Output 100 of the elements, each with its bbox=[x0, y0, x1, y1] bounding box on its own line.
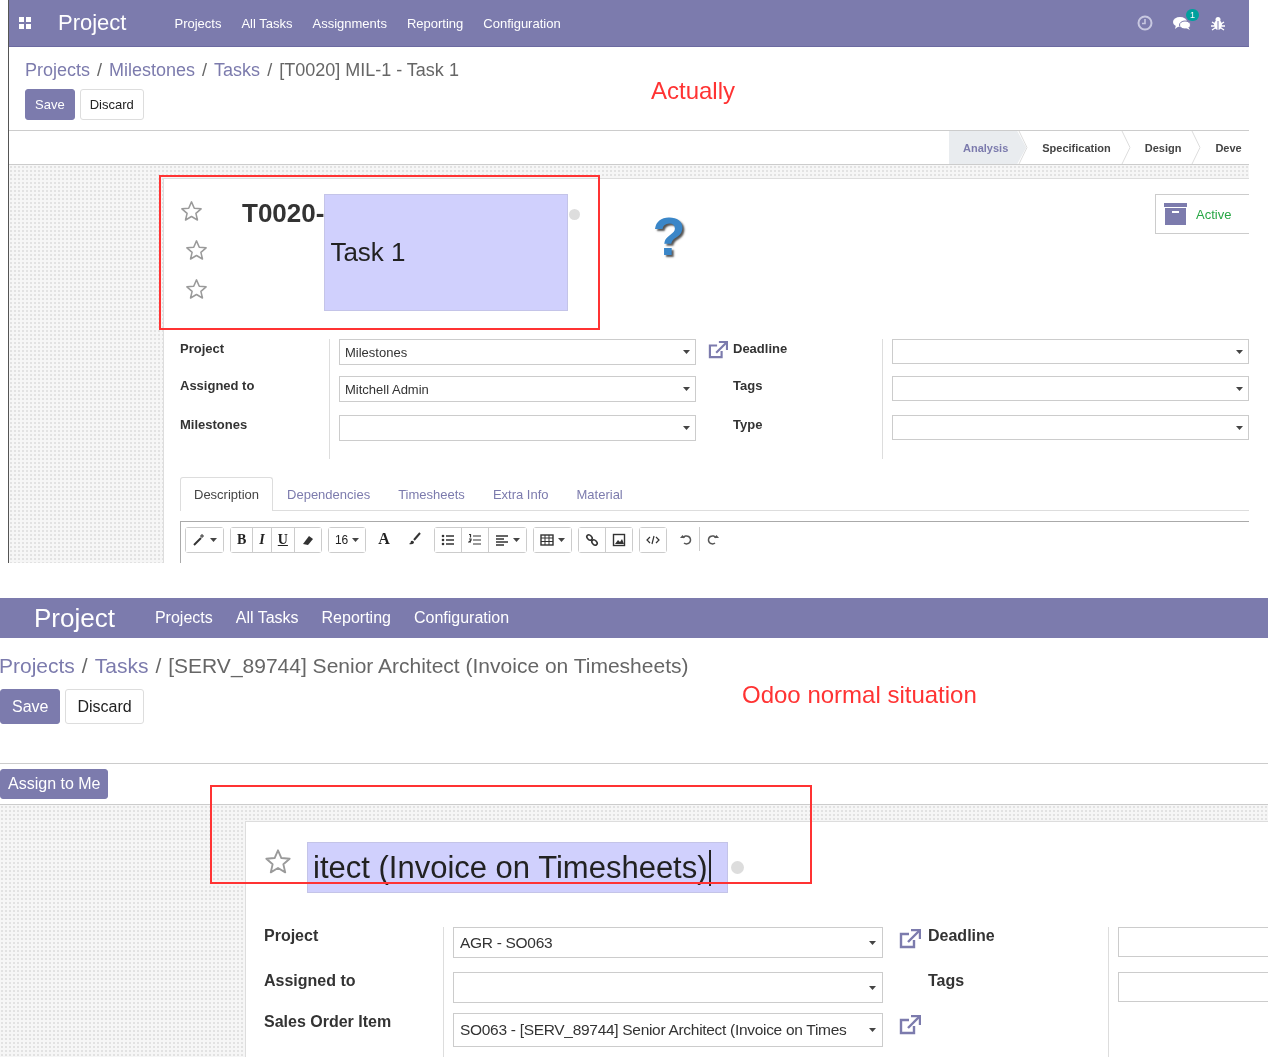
dropdown-field[interactable]: AGR - SO063 bbox=[453, 927, 883, 958]
caret-icon bbox=[352, 538, 360, 542]
breadcrumb-current: [T0020] MIL-1 - Task 1 bbox=[279, 59, 459, 82]
menu-item[interactable]: Assignments bbox=[312, 15, 387, 31]
chat-icon[interactable] bbox=[1173, 15, 1191, 31]
title-field[interactable]: Task 1 bbox=[324, 194, 569, 311]
field-label: Deadline bbox=[928, 927, 995, 944]
active-button[interactable]: Active bbox=[1155, 194, 1249, 234]
annotation-text: Actually bbox=[651, 77, 736, 105]
toolbar-button[interactable]: 16 bbox=[328, 528, 366, 552]
field-label: Project bbox=[264, 927, 319, 944]
caret-icon bbox=[683, 350, 690, 354]
stage-button[interactable]: Analysis bbox=[949, 131, 1027, 164]
menu-item[interactable]: Configuration bbox=[483, 15, 561, 31]
toolbar-button[interactable] bbox=[578, 528, 606, 552]
menu-item[interactable]: Configuration bbox=[413, 609, 510, 627]
toolbar-button[interactable] bbox=[434, 528, 462, 552]
breadcrumb-link[interactable]: Tasks bbox=[214, 58, 261, 82]
breadcrumb-current: [SERV_89744] Senior Architect (Invoice on Timesheets) bbox=[168, 653, 689, 680]
text-editor[interactable]: B I U 16 A bbox=[180, 521, 1249, 563]
state-dot[interactable] bbox=[731, 861, 744, 874]
clock-icon[interactable] bbox=[1137, 15, 1153, 31]
toolbar-button[interactable] bbox=[186, 528, 223, 552]
caret-icon bbox=[1236, 349, 1243, 354]
input-field[interactable] bbox=[1118, 927, 1268, 957]
breadcrumb-link[interactable]: Projects bbox=[25, 58, 91, 82]
caret-icon bbox=[683, 387, 690, 391]
field-label: Deadline bbox=[733, 341, 788, 356]
dropdown-field[interactable] bbox=[892, 376, 1249, 401]
menu-item[interactable]: All Tasks bbox=[235, 609, 299, 627]
apps-icon[interactable] bbox=[19, 17, 31, 29]
breadcrumb-link[interactable]: Milestones bbox=[109, 58, 196, 82]
star-icon[interactable] bbox=[185, 239, 208, 262]
external-link-icon[interactable] bbox=[899, 929, 921, 949]
dropdown-field[interactable]: SO063 - [SERV_89744] Senior Architect (Invoice on Times bbox=[453, 1013, 883, 1047]
state-dot[interactable] bbox=[569, 209, 581, 220]
input-field[interactable] bbox=[1118, 972, 1268, 1002]
dropdown-field[interactable] bbox=[892, 339, 1249, 364]
app-title[interactable]: Project bbox=[34, 602, 115, 634]
toolbar-button[interactable]: B bbox=[231, 528, 254, 552]
undo-icon bbox=[678, 532, 693, 546]
dropdown-field[interactable]: Mitchell Admin bbox=[339, 376, 696, 402]
task-reference: T0020- bbox=[242, 198, 325, 228]
menu-item[interactable]: Projects bbox=[174, 15, 222, 31]
breadcrumb-link[interactable]: Tasks bbox=[94, 652, 149, 680]
wand-icon bbox=[192, 533, 206, 547]
caret-icon bbox=[1236, 386, 1243, 391]
app-title[interactable]: Project bbox=[58, 10, 127, 36]
ol-icon bbox=[467, 533, 482, 547]
text-cursor bbox=[708, 849, 711, 886]
ul-icon bbox=[440, 533, 455, 547]
toolbar-button[interactable] bbox=[533, 528, 571, 552]
help-glyph: ? bbox=[652, 206, 686, 266]
menu-item[interactable]: Reporting bbox=[406, 15, 464, 31]
chevron-icon bbox=[1120, 131, 1131, 164]
link-icon bbox=[584, 533, 599, 547]
field-label: Tags bbox=[733, 378, 763, 393]
field-label: Assigned to bbox=[180, 378, 255, 393]
external-link-icon[interactable] bbox=[708, 341, 728, 359]
field-label: Assigned to bbox=[264, 972, 356, 989]
assign-button[interactable]: Assign to Me bbox=[0, 769, 109, 799]
breadcrumb-separator: / bbox=[267, 59, 273, 82]
field-label: Sales Order Item bbox=[264, 1013, 392, 1030]
field-label: Project bbox=[180, 341, 225, 356]
dropdown-field[interactable] bbox=[339, 415, 696, 441]
breadcrumb-separator: / bbox=[202, 59, 208, 82]
save-button[interactable]: Save bbox=[0, 689, 61, 724]
breadcrumb-link[interactable]: Projects bbox=[0, 652, 75, 680]
external-link-icon[interactable] bbox=[899, 1015, 921, 1035]
tab[interactable]: Material bbox=[562, 477, 637, 511]
table-icon bbox=[539, 533, 554, 547]
star-icon[interactable] bbox=[185, 278, 208, 301]
archive-icon bbox=[1164, 203, 1187, 225]
dropdown-field[interactable] bbox=[892, 415, 1249, 440]
tab[interactable]: Description bbox=[180, 477, 274, 511]
field-label: Type bbox=[733, 417, 763, 432]
menu-item[interactable]: Reporting bbox=[321, 609, 391, 627]
dropdown-field[interactable] bbox=[453, 972, 883, 1003]
chevron-icon bbox=[1191, 131, 1202, 164]
tab[interactable]: Dependencies bbox=[273, 477, 385, 511]
breadcrumb-separator: / bbox=[155, 653, 162, 679]
field-label: Tags bbox=[928, 972, 965, 989]
caret-icon bbox=[869, 985, 876, 990]
caret-icon bbox=[683, 426, 690, 430]
tab[interactable]: Timesheets bbox=[384, 477, 479, 511]
star-icon[interactable] bbox=[264, 848, 292, 876]
breadcrumb-separator: / bbox=[97, 59, 103, 82]
bug-icon[interactable] bbox=[1211, 15, 1225, 31]
discard-button[interactable]: Discard bbox=[65, 689, 144, 724]
menu-item[interactable]: Projects bbox=[154, 609, 213, 627]
dropdown-field[interactable]: Milestones bbox=[339, 339, 696, 365]
title-field[interactable]: itect (Invoice on Timesheets) bbox=[307, 842, 728, 893]
caret-icon bbox=[210, 538, 217, 542]
breadcrumb-separator: / bbox=[81, 653, 88, 679]
star-icon[interactable] bbox=[180, 200, 203, 223]
save-button[interactable]: Save bbox=[25, 89, 75, 120]
toolbar-button[interactable] bbox=[639, 528, 666, 552]
tab[interactable]: Extra Info bbox=[478, 477, 563, 511]
discard-button[interactable]: Discard bbox=[79, 89, 144, 120]
menu-item[interactable]: All Tasks bbox=[241, 15, 293, 31]
